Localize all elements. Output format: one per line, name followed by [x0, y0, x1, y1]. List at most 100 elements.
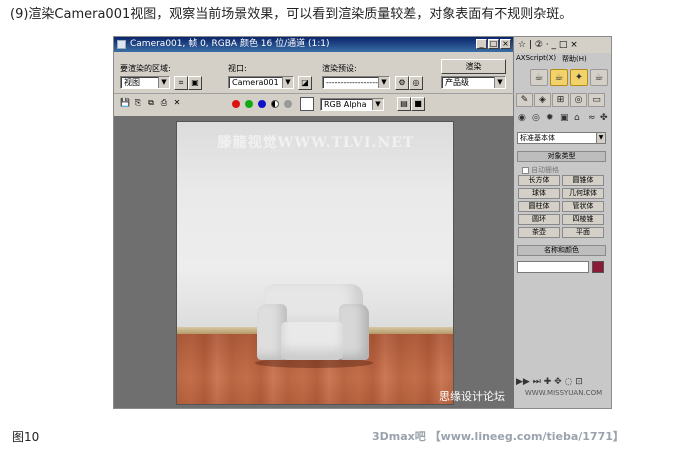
maximize-button[interactable]: □ — [488, 39, 499, 49]
plane-button[interactable]: 平面 — [562, 227, 604, 238]
toolbar-divider — [114, 93, 514, 94]
preset-dropdown[interactable]: -------------------- ▼ — [322, 76, 390, 89]
source-credit: 3Dmax吧 【www.lineeg.com/tieba/1771】 — [372, 430, 624, 443]
channel-value: RGB Alpha — [324, 100, 367, 109]
category-value: 标准基本体 — [520, 134, 555, 142]
tube-button[interactable]: 管状体 — [562, 201, 604, 212]
preset-label: 渲染预设: — [322, 64, 357, 73]
viewport-dropdown[interactable]: Camera001 ▼ — [228, 76, 294, 89]
play-icon[interactable]: ▶▶ — [516, 377, 530, 387]
sofa-arm-right — [339, 304, 369, 360]
display-tab-icon[interactable]: ▭ — [588, 93, 605, 107]
mono-icon[interactable] — [284, 100, 292, 108]
area-label: 要渲染的区域: — [120, 64, 171, 73]
area-value: 视图 — [124, 78, 140, 87]
window-title: Camera001, 帧 0, RGBA 颜色 16 位/通道 (1:1) — [130, 39, 330, 49]
lights-icon[interactable]: ✹ — [546, 113, 554, 123]
create-teapot-icon[interactable]: ☕ — [550, 69, 568, 86]
orbit-icon[interactable]: ◌ — [565, 377, 573, 387]
rendered-image: 滕龍视觉WWW.TLVI.NET — [176, 121, 454, 405]
chevron-down-icon: ▼ — [494, 77, 505, 88]
shapes-icon[interactable]: ◎ — [532, 113, 540, 123]
channel-toolbar: 💾 ⎘ ⧉ ⎙ ✕ RGB Alpha ▼ ▤ ■ — [118, 97, 510, 113]
page: (9)渲染Camera001视图，观察当前场景效果，可以看到渲染质量较差，对象表… — [0, 0, 692, 452]
top-watermark: 滕龍视觉WWW.TLVI.NET — [217, 135, 415, 151]
close-button[interactable]: × — [500, 39, 511, 49]
chevron-down-icon: ▼ — [158, 77, 169, 88]
object-name-input[interactable] — [517, 261, 589, 273]
motion-tab-icon[interactable]: ◎ — [570, 93, 587, 107]
teapot-icon[interactable]: ☕ — [530, 69, 548, 86]
geometry-icon[interactable]: ◉ — [518, 113, 526, 123]
menu-maxscript[interactable]: AXScript(X) — [516, 54, 556, 62]
save-icon[interactable]: 💾 — [118, 97, 132, 111]
create-tab-icon[interactable]: ✎ — [516, 93, 533, 107]
chevron-down-icon: ▼ — [372, 99, 383, 110]
viewport-label: 视口: — [228, 64, 247, 73]
background-swatch[interactable] — [300, 97, 314, 111]
display-icon[interactable]: ■ — [411, 97, 425, 111]
menu-help[interactable]: 帮助(H) — [562, 54, 587, 64]
key-icon[interactable]: ✚ — [544, 377, 552, 387]
geosphere-button[interactable]: 几何球体 — [562, 188, 604, 199]
teapot-button[interactable]: 茶壶 — [518, 227, 560, 238]
clone-icon[interactable]: ⧉ — [144, 97, 158, 111]
green-channel-icon[interactable] — [245, 100, 253, 108]
box-button[interactable]: 长方体 — [518, 175, 560, 186]
area-dropdown[interactable]: 视图 ▼ — [120, 76, 170, 89]
name-color-rollout[interactable]: 名称和颜色 — [517, 245, 606, 256]
pan-icon[interactable]: ✥ — [554, 377, 562, 387]
cameras-icon[interactable]: ▣ — [560, 113, 569, 123]
environment-icon[interactable]: ◎ — [409, 76, 423, 90]
print-icon[interactable]: ⎙ — [157, 97, 171, 111]
minimize-button[interactable]: _ — [476, 39, 487, 49]
max-screenshot: Camera001, 帧 0, RGBA 颜色 16 位/通道 (1:1) _ … — [113, 36, 612, 409]
spacewarps-icon[interactable]: ≈ — [588, 113, 596, 123]
render-setup-icon[interactable]: ⚙ — [395, 76, 409, 90]
pyramid-button[interactable]: 四棱锥 — [562, 214, 604, 225]
app-icon — [117, 40, 126, 49]
bottom-watermark: 思缘设计论坛 — [439, 390, 505, 403]
chevron-down-icon: ▼ — [378, 77, 389, 88]
chevron-down-icon: ▼ — [596, 133, 605, 143]
object-type-rollout[interactable]: 对象类型 — [517, 151, 606, 162]
viewport-value: Camera001 — [232, 78, 279, 87]
render-button[interactable]: 渲染 — [441, 59, 506, 74]
auto-region-icon[interactable]: ▣ — [188, 76, 202, 90]
alpha-channel-icon[interactable] — [271, 100, 279, 108]
toggle-ui-icon[interactable]: ▤ — [397, 97, 411, 111]
cone-button[interactable]: 圆锥体 — [562, 175, 604, 186]
hierarchy-tab-icon[interactable]: ⊞ — [552, 93, 569, 107]
channel-dropdown[interactable]: RGB Alpha ▼ — [320, 98, 384, 111]
clear-icon[interactable]: ✕ — [170, 97, 184, 111]
quality-dropdown[interactable]: 产品级 ▼ — [441, 76, 506, 89]
modify-tab-icon[interactable]: ◈ — [534, 93, 551, 107]
site-watermark: WWW.MISSYUAN.COM — [524, 389, 603, 397]
create-active-icon[interactable]: ✦ — [570, 69, 588, 86]
systems-icon[interactable]: ✤ — [600, 113, 608, 123]
copy-icon[interactable]: ⎘ — [131, 97, 145, 111]
category-dropdown[interactable]: 标准基本体 ▼ — [517, 132, 606, 144]
cp-top-bar: ☆ | ② · _ □ × — [514, 37, 611, 53]
lock-viewport-icon[interactable]: ◪ — [298, 76, 312, 90]
edit-region-icon[interactable]: ⌗ — [174, 76, 188, 90]
teapot-alt-icon[interactable]: ☕ — [590, 69, 608, 86]
autogrid-checkbox[interactable]: 自动栅格 — [522, 165, 559, 175]
cylinder-button[interactable]: 圆柱体 — [518, 201, 560, 212]
window-controls: _ □ × — [476, 39, 511, 49]
object-color-swatch[interactable] — [592, 261, 604, 273]
maximize-viewport-icon[interactable]: ⊡ — [575, 377, 583, 387]
next-frame-icon[interactable]: ⏭ — [533, 377, 541, 387]
blue-channel-icon[interactable] — [258, 100, 266, 108]
red-channel-icon[interactable] — [232, 100, 240, 108]
quality-value: 产品级 — [445, 78, 469, 87]
autogrid-label: 自动栅格 — [531, 166, 559, 174]
preset-value: -------------------- — [326, 78, 384, 87]
checkbox-icon[interactable] — [522, 166, 529, 174]
command-panel: ☆ | ② · _ □ × AXScript(X) 帮助(H) ☕ ☕ ✦ ☕ … — [514, 37, 611, 408]
torus-button[interactable]: 圆环 — [518, 214, 560, 225]
cp-top-icons[interactable]: ☆ | ② · _ □ × — [518, 37, 578, 53]
helpers-icon[interactable]: ⌂ — [574, 113, 580, 123]
figure-label: 图10 — [12, 430, 40, 444]
sphere-button[interactable]: 球体 — [518, 188, 560, 199]
